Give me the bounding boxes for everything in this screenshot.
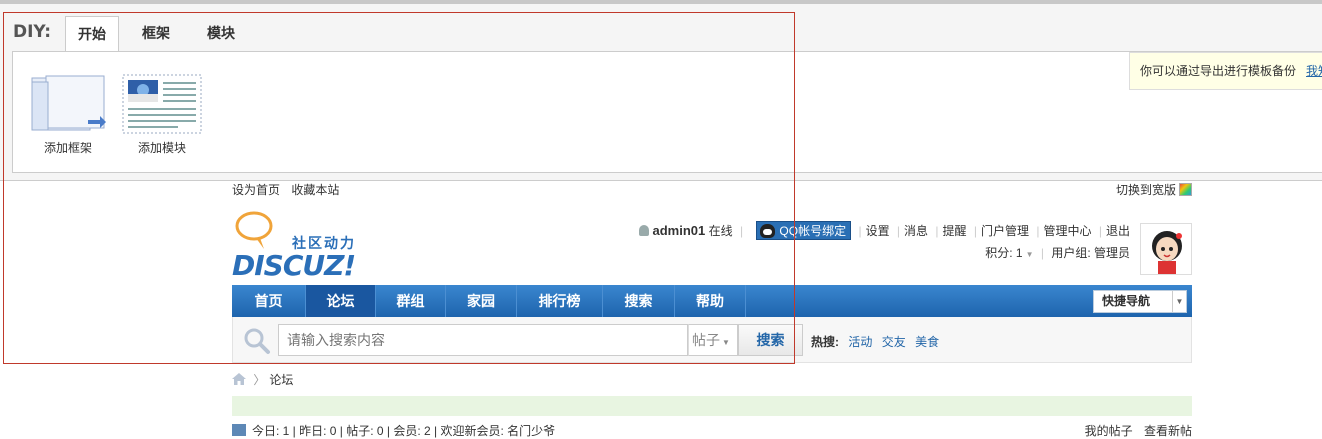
quick-nav-button[interactable]: 快捷导航 ▼ [1093,290,1187,313]
hot-item-dating[interactable]: 交友 [882,335,906,349]
tip-text: 你可以通过导出进行模板备份 [1140,64,1297,78]
breadcrumb: 〉论坛 [232,371,293,389]
home-icon[interactable] [232,373,246,385]
search-bar: 帖子▼ 搜索 热搜: 活动 交友 美食 [232,317,1192,363]
chevron-down-icon: ▼ [1172,291,1186,312]
avatar[interactable] [1140,223,1192,275]
bookmark-link[interactable]: 收藏本站 [291,183,339,197]
stats-text: 今日: 1 | 昨日: 0 | 帖子: 0 | 会员: 2 | 欢迎新会员: 名… [252,424,556,438]
site-logo[interactable]: 社区动力 DISCUZ! [232,211,372,282]
add-frame-label: 添加框架 [43,141,92,155]
main-nav: 首页 论坛 群组 家园 排行榜 搜索 帮助 快捷导航 ▼ [232,285,1192,317]
add-frame-button[interactable]: 添加框架 [27,74,109,156]
breadcrumb-separator: 〉 [253,373,266,387]
switch-wide-link[interactable]: 切换到宽版 [1116,181,1192,199]
new-posts-link[interactable]: 查看新帖 [1144,424,1192,438]
nav-item-home-space[interactable]: 家园 [446,285,517,317]
switch-wide-icon [1179,183,1192,196]
qq-bind-label: QQ帐号绑定 [779,224,847,238]
search-type-select[interactable]: 帖子 ▼ [688,324,738,356]
qq-icon [760,224,776,238]
portal-admin-link[interactable]: 门户管理 [981,224,1029,238]
tip-link[interactable]: 我知 [1306,64,1322,78]
user-icon [638,225,649,236]
logo-wordmark: DISCUZ! [232,249,356,282]
settings-link[interactable]: 设置 [866,224,890,238]
online-status: 在线 [708,224,733,238]
diy-panel: DIY: 开始 框架 模块 添加框架 添加模块 你可以通过导出进行模板备份 我 [0,0,1322,181]
nav-item-ranking[interactable]: 排行榜 [517,285,603,317]
notice-bar [232,396,1192,416]
hot-searches: 热搜: 活动 交友 美食 [811,333,945,350]
forum-page: 设为首页 收藏本站 切换到宽版 社区动力 DISCUZ! admin01 在线 … [232,181,1192,438]
top-bar: 设为首页 收藏本站 切换到宽版 [232,181,1192,199]
search-button[interactable]: 搜索 [738,324,803,356]
frame-icon [31,75,106,131]
hot-item-food[interactable]: 美食 [915,335,939,349]
set-home-link[interactable]: 设为首页 [232,183,280,197]
hot-item-activity[interactable]: 活动 [848,335,872,349]
admin-center-link[interactable]: 管理中心 [1044,224,1092,238]
search-input[interactable] [278,324,688,356]
user-info: 积分: 1 ▼ | 用户组: 管理员 [985,246,1130,260]
username-link[interactable]: admin01 [653,223,706,238]
qq-bind-button[interactable]: QQ帐号绑定 [756,221,852,240]
diy-tip: 你可以通过导出进行模板备份我知 [1129,52,1322,90]
my-posts-link[interactable]: 我的帖子 [1085,424,1133,438]
user-bar: admin01 在线 | QQ帐号绑定 | 设置 | 消息 | 提醒 | 门户管理 | 管… [638,221,1130,240]
points-link[interactable]: 积分: 1 [985,246,1022,260]
messages-link[interactable]: 消息 [904,224,928,238]
chevron-down-icon: ▼ [1025,250,1034,259]
hot-label: 热搜: [811,335,839,349]
switch-wide-label: 切换到宽版 [1115,183,1176,197]
logo-bubble-icon [235,211,273,249]
avatar-image [1141,224,1191,274]
nav-item-groups[interactable]: 群组 [376,285,446,317]
add-module-label: 添加模块 [137,141,186,155]
user-group: 用户组: 管理员 [1051,246,1130,260]
forum-stats: 今日: 1 | 昨日: 0 | 帖子: 0 | 会员: 2 | 欢迎新会员: 名… [232,422,1192,439]
diy-content: 添加框架 添加模块 [12,51,1322,173]
nav-item-help[interactable]: 帮助 [675,285,746,317]
diy-label: DIY: [13,22,52,42]
search-type-value: 帖子 [692,332,720,348]
tab-module[interactable]: 模块 [195,16,247,52]
nav-item-home[interactable]: 首页 [232,285,306,317]
search-icon [244,328,270,354]
nav-item-search[interactable]: 搜索 [603,285,675,317]
chevron-down-icon: ▼ [722,338,730,347]
module-icon [122,74,202,134]
breadcrumb-current[interactable]: 论坛 [269,373,293,387]
nav-item-forum[interactable]: 论坛 [306,285,376,317]
add-module-button[interactable]: 添加模块 [121,74,203,156]
quick-nav-label: 快捷导航 [1102,294,1151,308]
tab-start[interactable]: 开始 [65,16,119,52]
stats-icon [232,424,246,436]
logout-link[interactable]: 退出 [1106,224,1130,238]
notifications-link[interactable]: 提醒 [943,224,967,238]
tab-frame[interactable]: 框架 [130,16,182,52]
stats-links: 我的帖子 查看新帖 [1077,422,1192,439]
